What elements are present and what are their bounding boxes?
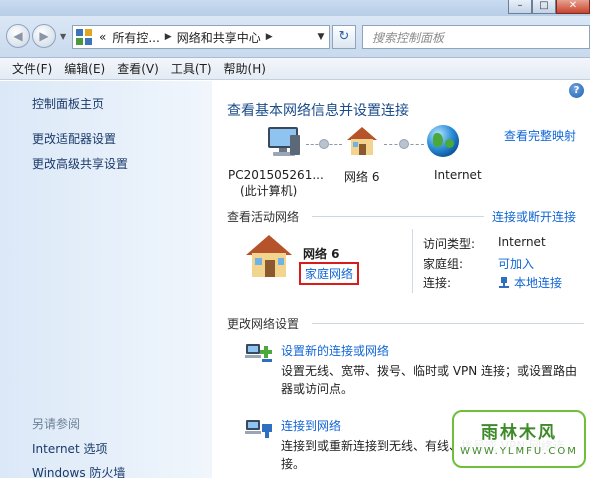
local-connection-label[interactable]: 本地连接 [514,276,562,290]
section-divider [312,323,584,324]
network-name-label: 网络 6 [344,170,380,184]
active-networks-heading: 查看活动网络 [227,210,300,224]
back-button[interactable]: ◀ [6,24,30,48]
breadcrumb-network-center[interactable]: 网络和共享中心 [174,29,264,46]
help-icon[interactable]: ? [569,83,584,98]
section-divider [312,216,484,217]
internet-label: Internet [434,168,482,182]
connections-label: 连接: [423,276,452,290]
access-type-label: 访问类型: [423,237,476,251]
menu-help[interactable]: 帮助(H) [222,60,273,77]
connect-to-network-icon[interactable] [242,416,274,442]
homegroup-label: 家庭组: [423,257,464,271]
local-connection-link[interactable]: 本地连接 [498,274,562,291]
connect-or-disconnect-link[interactable]: 连接或断开连接 [492,208,576,225]
change-settings-heading: 更改网络设置 [227,317,300,331]
search-input[interactable]: 搜索控制面板 [362,25,590,49]
change-advanced-sharing-link[interactable]: 更改高级共享设置 [32,155,128,172]
connection-line [306,139,342,149]
connection-line [384,139,424,149]
computer-name-label: PC201505261... [228,168,324,182]
close-button[interactable]: ✕ [556,0,590,14]
internet-globe-icon[interactable] [427,125,459,157]
left-navigation-pane: 控制面板主页 更改适配器设置 更改高级共享设置 另请参阅 Internet 选项… [0,81,212,478]
address-dropdown-icon[interactable]: ▼ [313,32,329,42]
watermark-logo: 雨林木风 WWW.YLMFU.COM [452,410,586,468]
window-controls: – □ ✕ [508,0,590,14]
computer-icon[interactable] [266,125,302,159]
setup-new-connection-link[interactable]: 设置新的连接或网络 [281,342,389,359]
minimize-button[interactable]: – [508,0,532,14]
maximize-button[interactable]: □ [532,0,556,14]
setup-new-connection-description: 设置无线、宽带、拨号、临时或 VPN 连接；或设置路由器或访问点。 [281,364,578,396]
refresh-icon[interactable]: ↻ [332,25,356,49]
address-bar[interactable]: « 所有控... ▶ 网络和共享中心 ▶ ▼ [72,25,330,49]
ethernet-icon [499,277,509,288]
change-adapter-settings-link[interactable]: 更改适配器设置 [32,130,116,147]
control-panel-home-link[interactable]: 控制面板主页 [32,95,104,112]
home-network-icon[interactable] [244,233,294,279]
new-connection-icon[interactable] [242,340,274,366]
watermark-url-text: WWW.YLMFU.COM [460,446,578,457]
connect-to-network-link[interactable]: 连接到网络 [281,417,341,434]
menu-view[interactable]: 查看(V) [115,60,166,77]
window-title-bar: – □ ✕ [0,0,590,16]
vertical-divider [412,229,413,293]
watermark-main-text: 雨林木风 [481,423,557,443]
see-also-heading: 另请参阅 [32,417,81,431]
page-title: 查看基本网络信息并设置连接 [227,103,409,119]
internet-options-link[interactable]: Internet 选项 [32,440,107,457]
menu-tools[interactable]: 工具(T) [169,60,219,77]
menu-bar: 文件(F) 编辑(E) 查看(V) 工具(T) 帮助(H) [0,58,590,80]
breadcrumb-prefix[interactable]: « [96,30,109,44]
breadcrumb-all-control-panel[interactable]: 所有控... [109,29,162,46]
active-network-name: 网络 6 [303,247,340,261]
network-location-type-link[interactable]: 家庭网络 [299,262,360,285]
breadcrumb-separator-icon[interactable]: ▶ [163,32,174,42]
navigation-bar: ◀ ▶ ▼ « 所有控... ▶ 网络和共享中心 ▶ ▼ ↻ 搜索控制面板 [0,16,590,58]
this-computer-label: (此计算机) [240,184,298,198]
menu-edit[interactable]: 编辑(E) [62,60,112,77]
breadcrumb-separator-icon[interactable]: ▶ [264,32,275,42]
homegroup-join-link[interactable]: 可加入 [498,255,534,272]
menu-file[interactable]: 文件(F) [10,60,59,77]
control-panel-icon [76,29,92,45]
network-house-icon[interactable] [345,125,379,157]
access-type-value: Internet [498,235,546,249]
view-full-map-link[interactable]: 查看完整映射 [504,127,576,144]
recent-pages-dropdown-icon[interactable]: ▼ [60,32,66,41]
forward-button[interactable]: ▶ [32,24,56,48]
windows-firewall-link[interactable]: Windows 防火墙 [32,464,125,478]
